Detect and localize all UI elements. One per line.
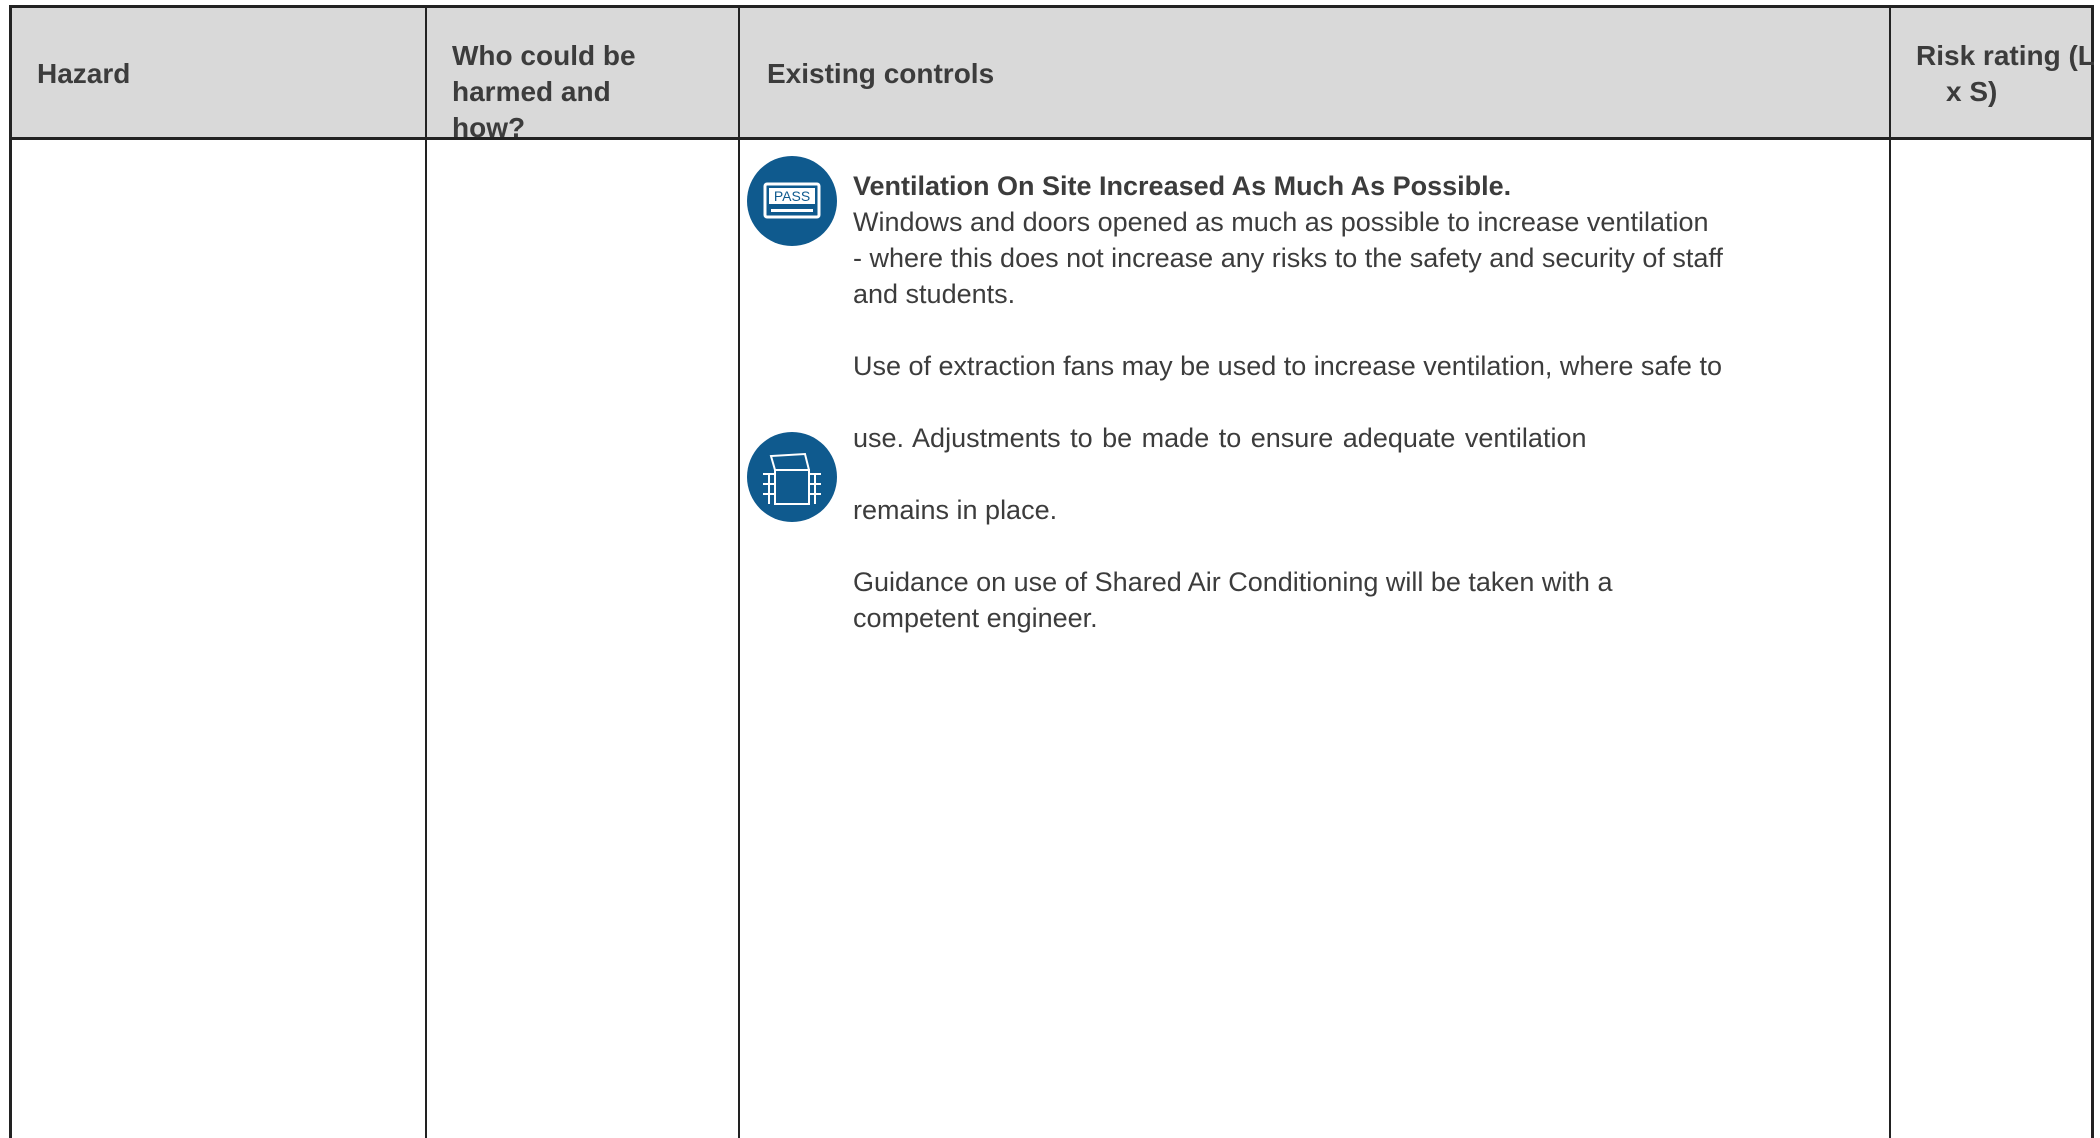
risk-assessment-page: Hazard Who could be harmed and how? Exis…	[0, 0, 2100, 1138]
control-paragraph-air-conditioning: Guidance on use of Shared Air Conditioni…	[853, 567, 1613, 633]
header-risk-rating: Risk rating (L x S)	[1916, 40, 2095, 107]
control-paragraph-extraction-1: Use of extraction fans may be used to in…	[853, 351, 1722, 381]
header-hazard: Hazard	[37, 58, 131, 89]
column-divider	[738, 8, 740, 1138]
pass-card-icon: PASS	[747, 156, 837, 246]
control-paragraph-extraction-3: remains in place.	[853, 495, 1058, 525]
column-divider	[425, 8, 427, 1138]
control-paragraph-extraction-2: use. Adjustments to be made to ensure ad…	[853, 423, 1587, 453]
open-box-icon	[747, 432, 837, 522]
risk-assessment-table: Hazard Who could be harmed and how? Exis…	[9, 5, 2094, 1138]
svg-text:PASS: PASS	[774, 188, 810, 204]
column-divider	[1889, 8, 1891, 1138]
existing-controls-text: Ventilation On Site Increased As Much As…	[853, 168, 1872, 636]
control-paragraph-windows: Windows and doors opened as much as poss…	[853, 207, 1723, 309]
header-existing-controls: Existing controls	[767, 58, 995, 89]
control-title: Ventilation On Site Increased As Much As…	[853, 171, 1512, 201]
header-who-harmed: Who could be harmed and how?	[452, 40, 636, 143]
